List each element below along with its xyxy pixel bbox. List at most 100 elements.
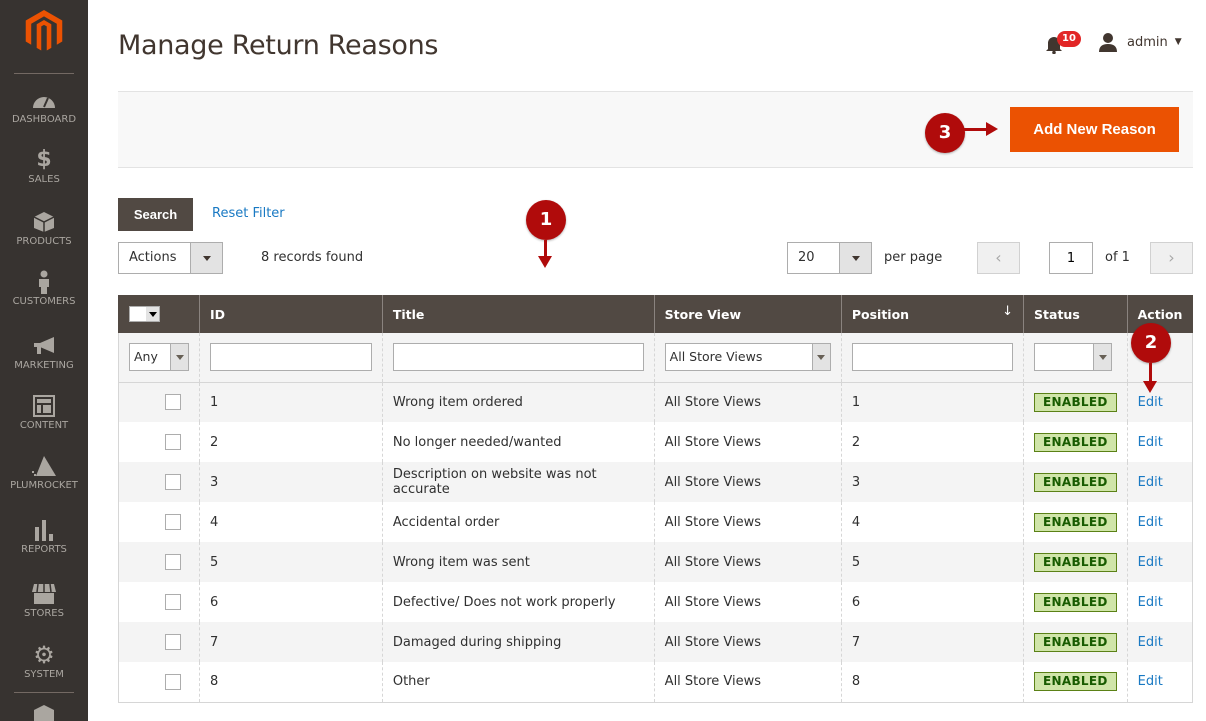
sidebar-item-label: SALES bbox=[28, 174, 60, 185]
edit-link[interactable]: Edit bbox=[1138, 555, 1163, 570]
status-filter-select[interactable] bbox=[1034, 343, 1113, 372]
per-page-label: per page bbox=[884, 250, 943, 265]
status-badge: ENABLED bbox=[1034, 472, 1117, 492]
position-cell: 6 bbox=[840, 582, 1024, 622]
magento-logo[interactable] bbox=[24, 10, 64, 52]
table-row: 6 Defective/ Does not work properly All St… bbox=[118, 582, 1194, 622]
row-select-cell bbox=[118, 542, 200, 582]
edit-link[interactable]: Edit bbox=[1138, 515, 1163, 530]
chevron-down-icon bbox=[170, 344, 188, 371]
title-cell: Wrong item was sent bbox=[381, 542, 655, 582]
edit-link[interactable]: Edit bbox=[1138, 635, 1163, 650]
edit-link[interactable]: Edit bbox=[1138, 475, 1163, 490]
position-cell: 1 bbox=[840, 382, 1024, 422]
edit-link[interactable]: Edit bbox=[1138, 674, 1163, 689]
id-filter-input[interactable] bbox=[210, 343, 372, 372]
mass-select-header[interactable] bbox=[118, 295, 200, 333]
sidebar-item-reports[interactable]: REPORTS bbox=[0, 518, 88, 555]
search-button[interactable]: Search bbox=[118, 198, 193, 231]
edit-link[interactable]: Edit bbox=[1138, 595, 1163, 610]
title-cell: Damaged during shipping bbox=[381, 622, 655, 662]
add-new-reason-button[interactable]: Add New Reason bbox=[1010, 107, 1179, 152]
mass-select-checkbox[interactable] bbox=[129, 306, 160, 323]
chevron-down-icon bbox=[190, 243, 222, 273]
store-view-cell: All Store Views bbox=[653, 662, 842, 703]
callout-1-arrow bbox=[538, 240, 552, 268]
user-name: admin bbox=[1127, 34, 1168, 50]
callout-3: 3 bbox=[925, 113, 965, 153]
action-cell: Edit bbox=[1126, 382, 1194, 422]
sidebar-item-content[interactable]: CONTENT bbox=[0, 394, 88, 431]
edit-link[interactable]: Edit bbox=[1138, 435, 1163, 450]
action-cell: Edit bbox=[1126, 422, 1194, 462]
table-row: 4 Accidental order All Store Views 4 ENABLED… bbox=[118, 502, 1194, 542]
position-cell: 4 bbox=[840, 502, 1024, 542]
mass-actions-select[interactable]: Actions bbox=[118, 242, 223, 274]
user-menu[interactable]: admin ▼ bbox=[1098, 32, 1182, 52]
sidebar-item-system[interactable]: ⚙ SYSTEM bbox=[0, 643, 88, 680]
column-header-position[interactable]: Position ↓ bbox=[840, 295, 1024, 333]
status-cell: ENABLED bbox=[1023, 542, 1128, 582]
previous-page-button[interactable]: ‹ bbox=[977, 242, 1020, 274]
sidebar-divider bbox=[14, 73, 74, 74]
mass-filter-select[interactable]: Any bbox=[129, 343, 189, 372]
action-cell: Edit bbox=[1126, 662, 1194, 703]
extensions-icon[interactable] bbox=[33, 704, 55, 721]
chevron-down-icon bbox=[839, 243, 871, 273]
row-checkbox[interactable] bbox=[165, 673, 181, 690]
action-cell: Edit bbox=[1126, 462, 1194, 502]
column-header-store-view[interactable]: Store View bbox=[653, 295, 842, 333]
sidebar-item-stores[interactable]: STORES bbox=[0, 582, 88, 619]
table-row: 5 Wrong item was sent All Store Views 5 ENAB… bbox=[118, 542, 1194, 582]
row-checkbox[interactable] bbox=[165, 394, 181, 411]
admin-sidebar: DASHBOARD $ SALES PRODUCTS CUSTOMERS MAR… bbox=[0, 0, 88, 721]
column-header-id[interactable]: ID bbox=[199, 295, 383, 333]
sidebar-item-products[interactable]: PRODUCTS bbox=[0, 210, 88, 247]
sidebar-item-customers[interactable]: CUSTOMERS bbox=[0, 270, 88, 307]
plumrocket-icon bbox=[32, 456, 56, 476]
dashboard-icon bbox=[33, 97, 55, 108]
chevron-down-icon bbox=[146, 307, 159, 322]
title-cell: Defective/ Does not work properly bbox=[381, 582, 655, 622]
row-checkbox[interactable] bbox=[165, 474, 181, 490]
sidebar-item-sales[interactable]: $ SALES bbox=[0, 147, 88, 186]
store-view-filter-select[interactable]: All Store Views bbox=[664, 343, 831, 372]
position-cell: 5 bbox=[840, 542, 1024, 582]
row-select-cell bbox=[118, 382, 200, 422]
row-checkbox[interactable] bbox=[165, 594, 181, 610]
column-header-position-label: Position bbox=[851, 306, 910, 322]
title-cell: Description on website was not accurate bbox=[381, 462, 655, 502]
sidebar-item-label: MARKETING bbox=[14, 360, 74, 371]
status-badge: ENABLED bbox=[1034, 592, 1117, 612]
sidebar-item-label: PRODUCTS bbox=[16, 236, 72, 247]
per-page-select[interactable]: 20 bbox=[787, 242, 872, 274]
row-checkbox[interactable] bbox=[165, 634, 181, 650]
callout-3-arrow bbox=[964, 122, 998, 136]
reset-filter-link[interactable]: Reset Filter bbox=[212, 206, 285, 221]
sidebar-item-label: STORES bbox=[24, 608, 64, 619]
position-filter-input[interactable] bbox=[851, 343, 1014, 372]
id-cell: 3 bbox=[199, 462, 383, 502]
title-cell: Other bbox=[381, 662, 655, 703]
table-row: 8 Other All Store Views 8 ENABLED Edit bbox=[118, 662, 1194, 703]
person-icon bbox=[39, 270, 49, 294]
store-view-cell: All Store Views bbox=[653, 382, 842, 422]
row-checkbox[interactable] bbox=[165, 434, 181, 450]
bar-chart-icon bbox=[35, 520, 53, 541]
column-header-status[interactable]: Status bbox=[1023, 295, 1128, 333]
title-filter-input[interactable] bbox=[392, 343, 644, 372]
callout-1: 1 bbox=[526, 200, 566, 240]
sidebar-item-plumrocket[interactable]: PLUMROCKET bbox=[0, 454, 88, 491]
sidebar-item-marketing[interactable]: MARKETING bbox=[0, 334, 88, 371]
row-checkbox[interactable] bbox=[165, 514, 181, 530]
current-page-input[interactable] bbox=[1049, 242, 1093, 274]
row-checkbox[interactable] bbox=[165, 554, 181, 570]
status-badge: ENABLED bbox=[1034, 432, 1117, 452]
edit-link[interactable]: Edit bbox=[1138, 395, 1163, 410]
sidebar-item-dashboard[interactable]: DASHBOARD bbox=[0, 88, 88, 125]
column-header-title[interactable]: Title bbox=[381, 295, 655, 333]
next-page-button[interactable]: › bbox=[1150, 242, 1193, 274]
dollar-icon: $ bbox=[36, 147, 52, 172]
store-view-filter-value: All Store Views bbox=[669, 349, 763, 365]
notification-count-badge[interactable]: 10 bbox=[1057, 31, 1081, 47]
